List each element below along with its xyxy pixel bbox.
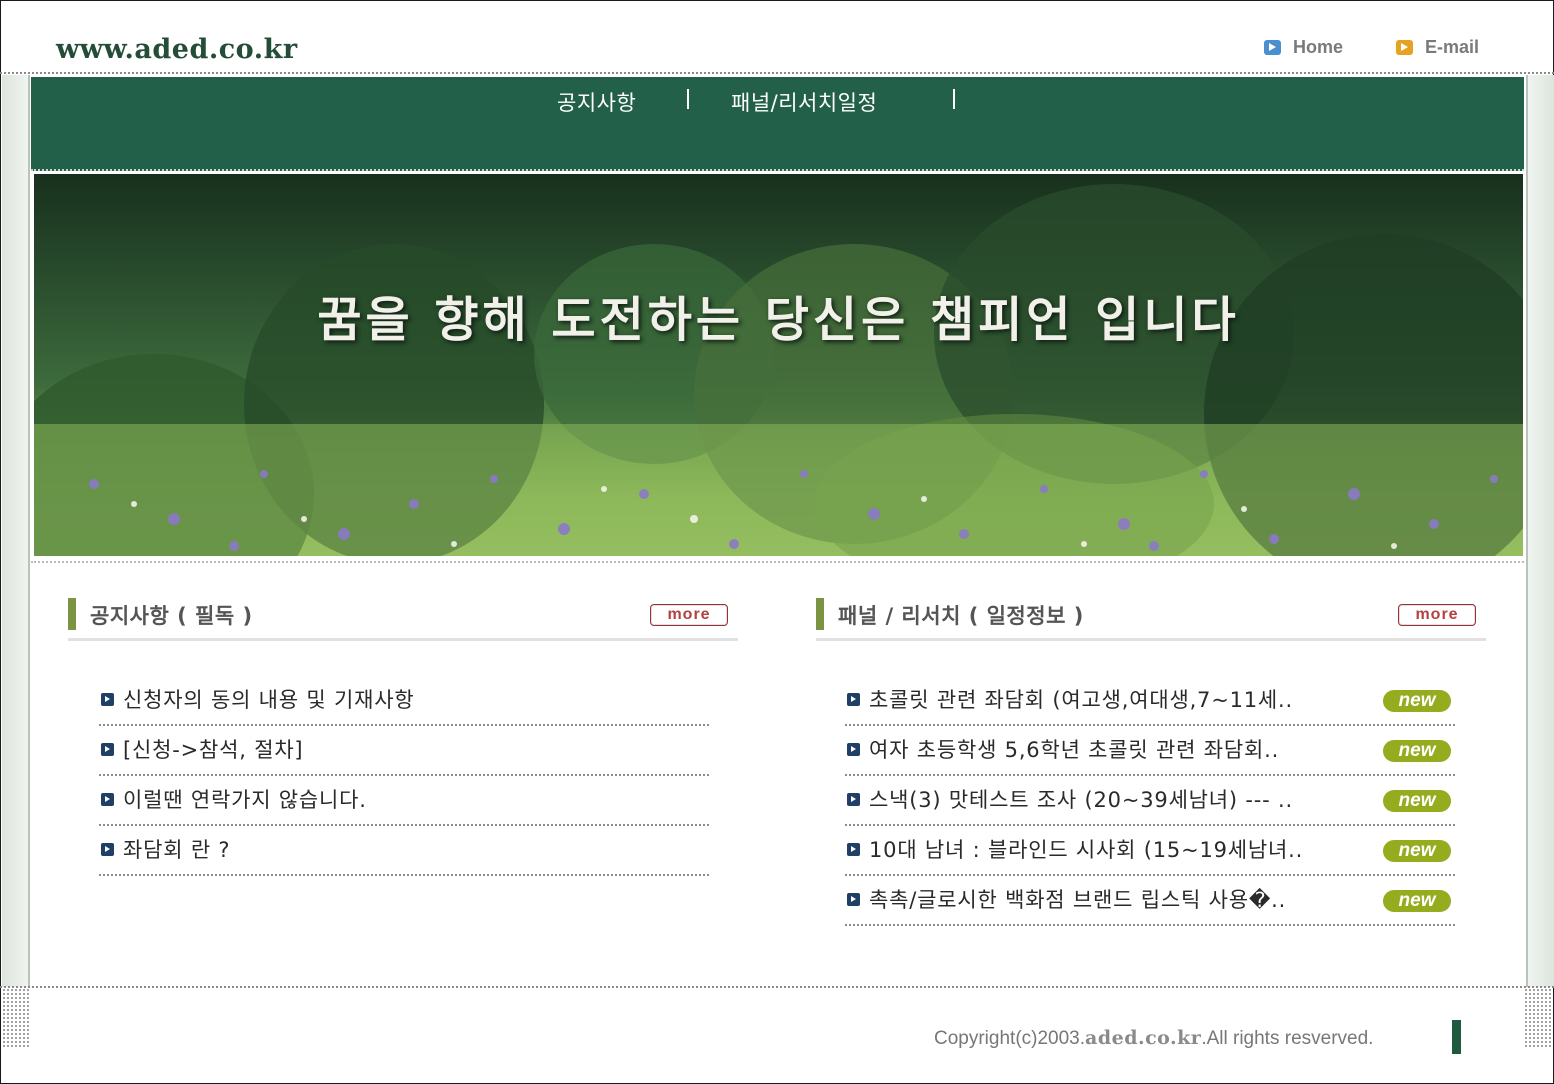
footer-divider bbox=[0, 986, 1554, 988]
right-rail-line bbox=[1526, 75, 1528, 987]
arrow-bullet-icon bbox=[101, 843, 114, 856]
copyright-text: Copyright(c)2003.aded.co.kr.All rights r… bbox=[934, 1027, 1373, 1050]
email-link-label: E-mail bbox=[1425, 36, 1480, 57]
schedule-panel-title: 패널 / 리서치 ( 일정정보 ) bbox=[838, 604, 1084, 628]
header-divider bbox=[0, 72, 1554, 74]
notice-panel-header: 공지사항 ( 필독 ) more bbox=[68, 598, 738, 641]
list-item[interactable]: [신청->참석, 절차] bbox=[99, 726, 709, 776]
notice-item-title[interactable]: [신청->참석, 절차] bbox=[123, 734, 303, 764]
arrow-bullet-icon bbox=[101, 693, 114, 706]
schedule-item-title[interactable]: 촉촉/글로시한 백화점 브랜드 립스틱 사용�.. bbox=[869, 884, 1286, 914]
footer-pattern-left bbox=[2, 988, 30, 1048]
nav-separator bbox=[953, 89, 955, 109]
hero-slogan: 꿈을 향해 도전하는 당신은 챔피언 입니다 bbox=[317, 292, 1240, 348]
new-badge: new bbox=[1383, 740, 1451, 762]
site-url-logo[interactable]: www.aded.co.kr bbox=[56, 34, 298, 65]
notice-item-title[interactable]: 좌담회 란 ? bbox=[123, 834, 230, 864]
copyright-domain: aded.co.kr bbox=[1085, 1027, 1202, 1049]
arrow-bullet-icon bbox=[847, 743, 860, 756]
new-badge: new bbox=[1383, 890, 1451, 912]
list-item[interactable]: 초콜릿 관련 좌담회 (여고생,여대생,7~11세.. new bbox=[845, 676, 1455, 726]
hero-banner: 꿈을 향해 도전하는 당신은 챔피언 입니다 bbox=[34, 174, 1523, 556]
list-item[interactable]: 신청자의 동의 내용 및 기재사항 bbox=[99, 676, 709, 726]
list-item[interactable]: 여자 초등학생 5,6학년 초콜릿 관련 좌담회.. new bbox=[845, 726, 1455, 776]
left-rail bbox=[2, 75, 30, 987]
footer-pattern-right bbox=[1524, 988, 1552, 1048]
hero-divider bbox=[31, 561, 1524, 563]
meadow-landscape-image bbox=[34, 184, 1523, 556]
section-accent-bar bbox=[816, 598, 824, 630]
new-badge: new bbox=[1383, 840, 1451, 862]
schedule-list: 초콜릿 관련 좌담회 (여고생,여대생,7~11세.. new 여자 초등학생 … bbox=[845, 676, 1455, 926]
list-item[interactable]: 스낵(3) 맛테스트 조사 (20~39세남녀) --- .. new bbox=[845, 776, 1455, 826]
notice-list: 신청자의 동의 내용 및 기재사항 [신청->참석, 절차] 이럴땐 연락가지 … bbox=[99, 676, 709, 876]
footer-accent-bar bbox=[1452, 1020, 1461, 1054]
right-rail bbox=[1526, 75, 1554, 987]
list-item[interactable]: 촉촉/글로시한 백화점 브랜드 립스틱 사용�.. new bbox=[845, 876, 1455, 926]
new-badge: new bbox=[1383, 790, 1451, 812]
arrow-bullet-icon bbox=[101, 743, 114, 756]
arrow-bullet-icon bbox=[847, 793, 860, 806]
home-icon bbox=[1264, 39, 1281, 55]
main-nav: 공지사항 패널/리서치일정 bbox=[31, 77, 1524, 171]
home-link-label: Home bbox=[1293, 36, 1344, 57]
section-accent-bar bbox=[68, 598, 76, 630]
email-icon bbox=[1396, 39, 1413, 55]
schedule-item-title[interactable]: 여자 초등학생 5,6학년 초콜릿 관련 좌담회.. bbox=[869, 734, 1279, 764]
schedule-item-title[interactable]: 10대 남녀 : 블라인드 시사회 (15~19세남녀.. bbox=[869, 834, 1303, 864]
arrow-bullet-icon bbox=[101, 793, 114, 806]
notice-item-title[interactable]: 신청자의 동의 내용 및 기재사항 bbox=[123, 684, 414, 714]
schedule-panel-header: 패널 / 리서치 ( 일정정보 ) more bbox=[816, 598, 1486, 641]
list-item[interactable]: 10대 남녀 : 블라인드 시사회 (15~19세남녀.. new bbox=[845, 826, 1455, 876]
schedule-item-title[interactable]: 스낵(3) 맛테스트 조사 (20~39세남녀) --- .. bbox=[869, 784, 1293, 814]
notice-more-button[interactable]: more bbox=[650, 604, 728, 626]
schedule-item-title[interactable]: 초콜릿 관련 좌담회 (여고생,여대생,7~11세.. bbox=[869, 684, 1293, 714]
email-link[interactable]: E-mail bbox=[1396, 36, 1479, 58]
arrow-bullet-icon bbox=[847, 693, 860, 706]
nav-item-panel-schedule[interactable]: 패널/리서치일정 bbox=[731, 87, 877, 117]
list-item[interactable]: 좌담회 란 ? bbox=[99, 826, 709, 876]
nav-item-notices[interactable]: 공지사항 bbox=[557, 87, 636, 117]
list-item[interactable]: 이럴땐 연락가지 않습니다. bbox=[99, 776, 709, 826]
nav-separator bbox=[687, 89, 689, 109]
arrow-bullet-icon bbox=[847, 893, 860, 906]
notice-item-title[interactable]: 이럴땐 연락가지 않습니다. bbox=[123, 784, 367, 814]
new-badge: new bbox=[1383, 690, 1451, 712]
home-link[interactable]: Home bbox=[1264, 36, 1343, 58]
schedule-more-button[interactable]: more bbox=[1398, 604, 1476, 626]
copyright-prefix: Copyright(c)2003. bbox=[934, 1028, 1086, 1049]
arrow-bullet-icon bbox=[847, 843, 860, 856]
notice-panel-title: 공지사항 ( 필독 ) bbox=[90, 604, 253, 628]
left-rail-line bbox=[28, 75, 30, 987]
copyright-suffix: .All rights resverved. bbox=[1201, 1028, 1374, 1049]
